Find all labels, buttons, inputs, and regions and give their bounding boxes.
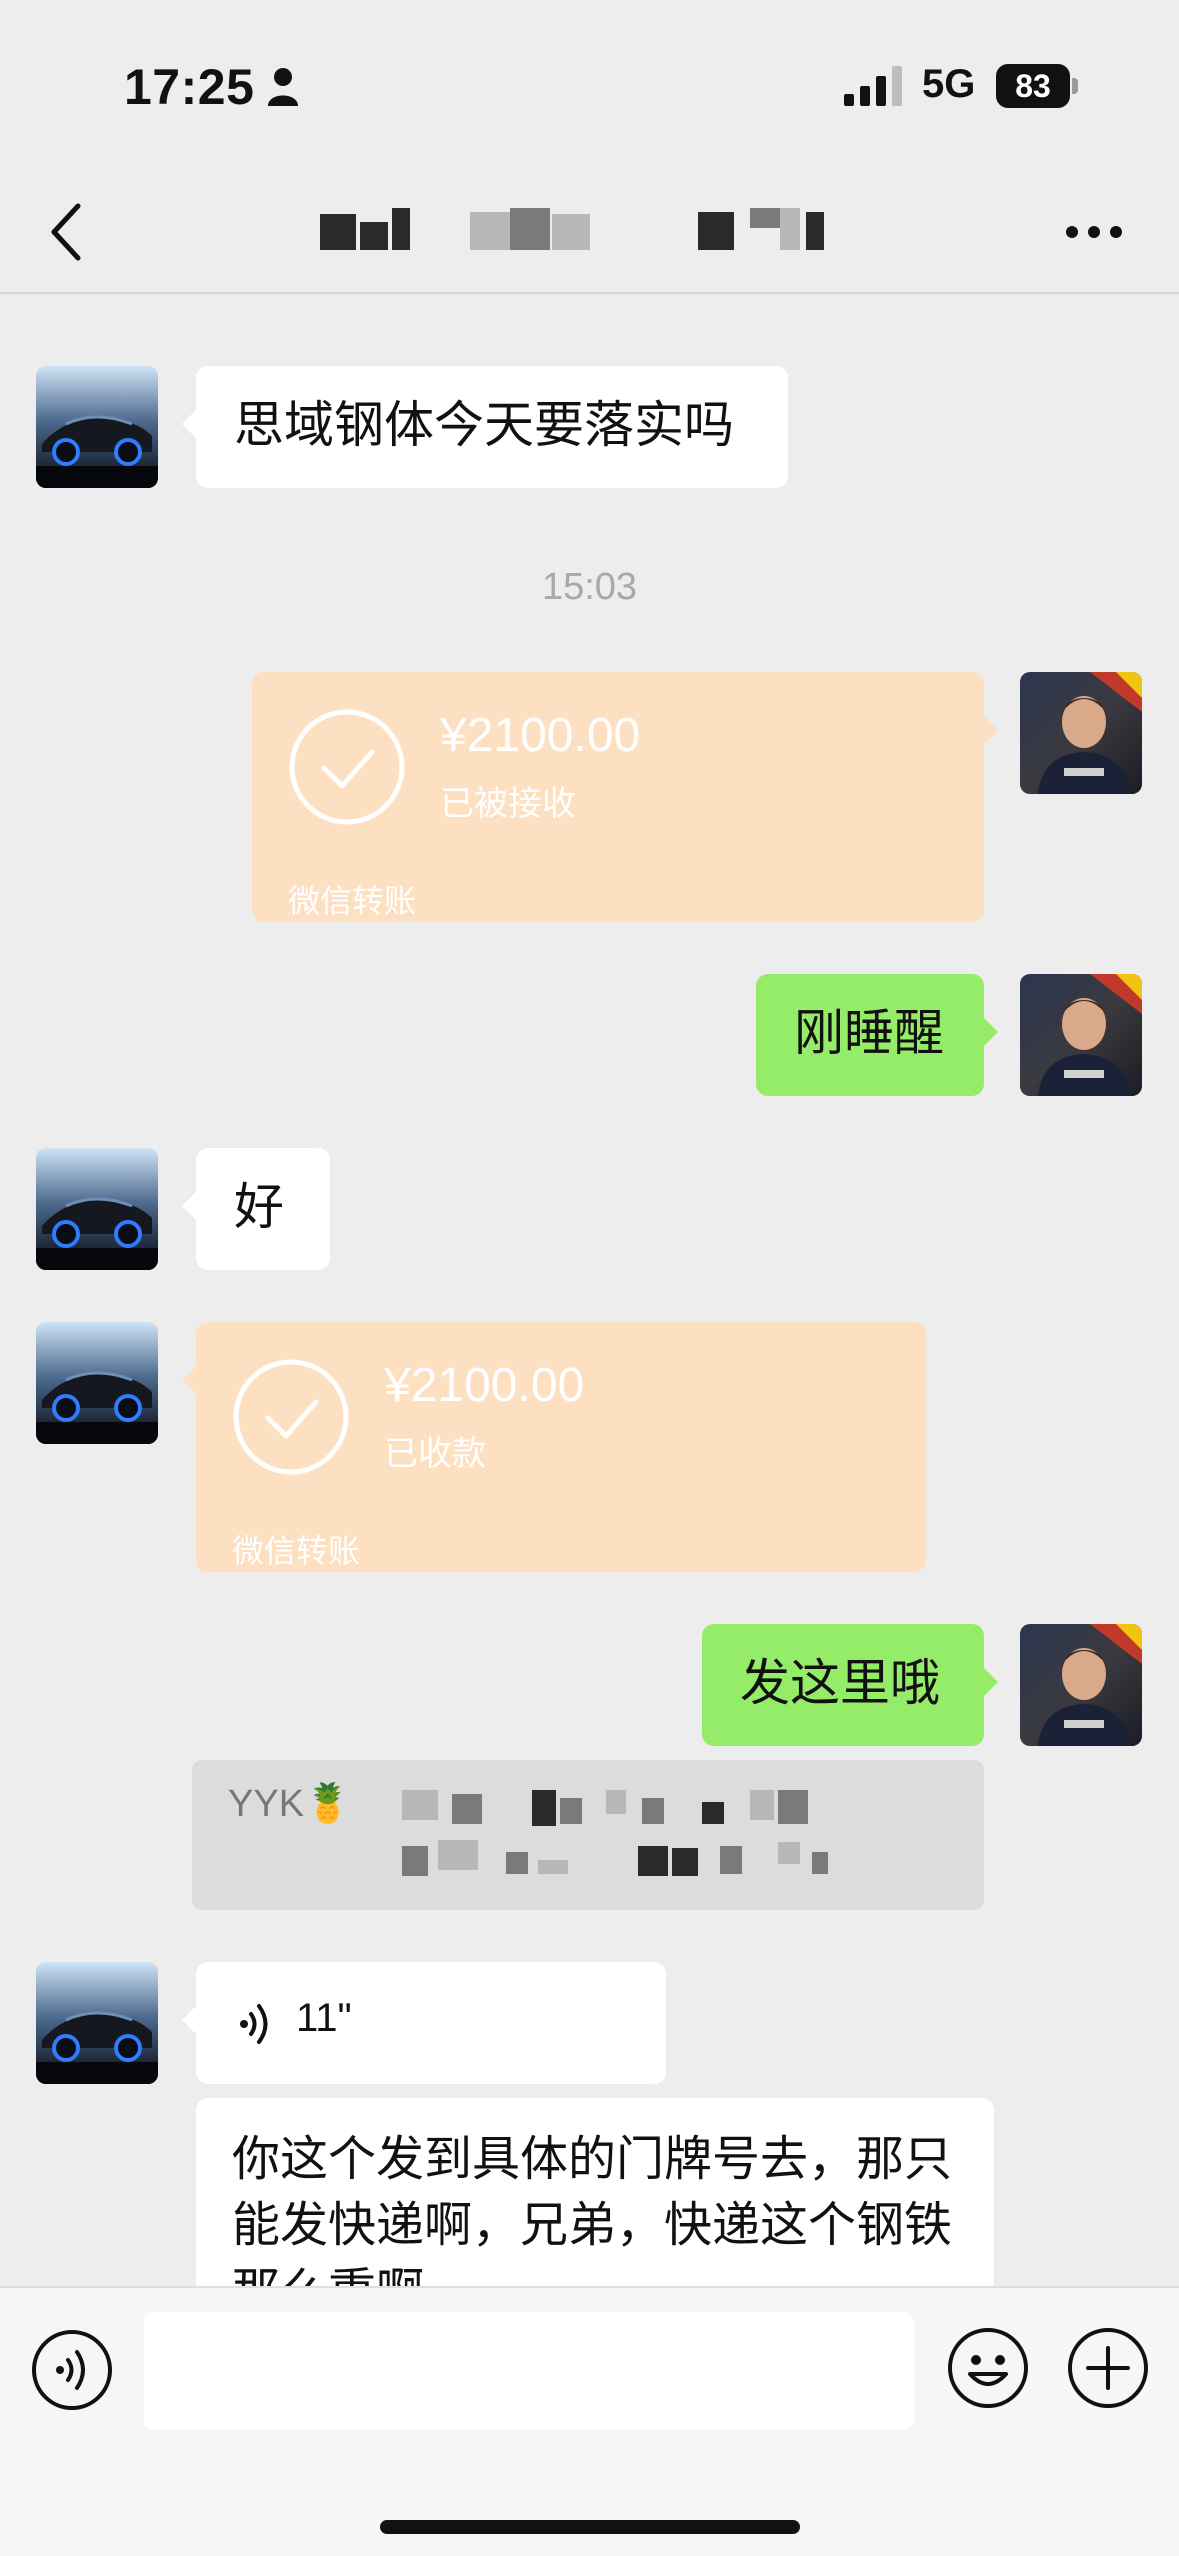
timestamp-cut: 14:23 (540, 294, 630, 302)
transfer-amount: ¥2100.00 (440, 709, 641, 762)
chevron-left-icon[interactable] (48, 200, 88, 264)
voice-message[interactable]: 11" (182, 1962, 666, 2084)
transfer-label: 微信转账 (232, 1532, 361, 1570)
avatar-contact[interactable] (36, 1322, 158, 1444)
message-bubble[interactable]: 你这个发到具体的门牌号去，那只能发快递啊，兄弟，快递这个钢铁那么重啊 (196, 2098, 994, 2286)
quote-content-redacted (402, 1790, 962, 1900)
input-bar (0, 2286, 1179, 2556)
avatar-self[interactable] (1020, 672, 1142, 794)
home-indicator[interactable] (380, 2520, 800, 2534)
transfer-status: 已收款 (384, 1434, 486, 1474)
message-bubble[interactable]: 思域钢体今天要落实吗 (182, 366, 788, 488)
avatar-contact[interactable] (36, 366, 158, 488)
avatar-self[interactable] (1020, 974, 1142, 1096)
message-bubble[interactable]: 刚睡醒 (756, 974, 998, 1096)
timestamp: 15:03 (541, 566, 638, 608)
voice-wave-icon (240, 2004, 268, 2044)
quoted-message[interactable]: YYK🍍 (192, 1760, 984, 1910)
transfer-card-received[interactable]: ¥2100.00 已收款 微信转账 (182, 1322, 926, 1572)
status-bar: 17:25 5G 83 (0, 0, 1179, 170)
message-input[interactable] (144, 2312, 914, 2430)
person-icon (268, 68, 298, 106)
transfer-status: 已被接收 (440, 784, 576, 824)
voice-toggle-icon[interactable] (30, 2328, 114, 2412)
chat-title-redacted (320, 208, 840, 256)
battery-level: 83 (996, 64, 1070, 108)
message-list[interactable]: 14:23 思域钢体今天要落实吗 15:03 ¥2100.00 已被接收 微信转… (0, 294, 1179, 2286)
network-type: 5G (922, 62, 976, 106)
transfer-card-sent[interactable]: ¥2100.00 已被接收 微信转账 (252, 672, 998, 922)
ellipsis-icon[interactable] (1064, 222, 1124, 242)
plus-icon[interactable] (1066, 2326, 1150, 2410)
message-bubble[interactable]: 好 (182, 1148, 330, 1270)
transfer-label: 微信转账 (288, 882, 417, 920)
avatar-self[interactable] (1020, 1624, 1142, 1746)
battery-icon: 83 (996, 64, 1078, 108)
checkmark-circle-icon (289, 709, 405, 825)
message-bubble[interactable]: 发这里哦 (702, 1624, 998, 1746)
status-time: 17:25 (124, 59, 255, 115)
avatar-contact[interactable] (36, 1962, 158, 2084)
avatar-contact[interactable] (36, 1148, 158, 1270)
transfer-amount: ¥2100.00 (384, 1359, 585, 1412)
quote-sender: YYK🍍 (228, 1783, 352, 1825)
chat-header (0, 170, 1179, 294)
emoji-icon[interactable] (946, 2326, 1030, 2410)
signal-icon (844, 66, 902, 106)
checkmark-circle-icon (233, 1359, 349, 1475)
voice-duration: 11" (296, 1996, 352, 2040)
battery-cap (1072, 78, 1078, 94)
